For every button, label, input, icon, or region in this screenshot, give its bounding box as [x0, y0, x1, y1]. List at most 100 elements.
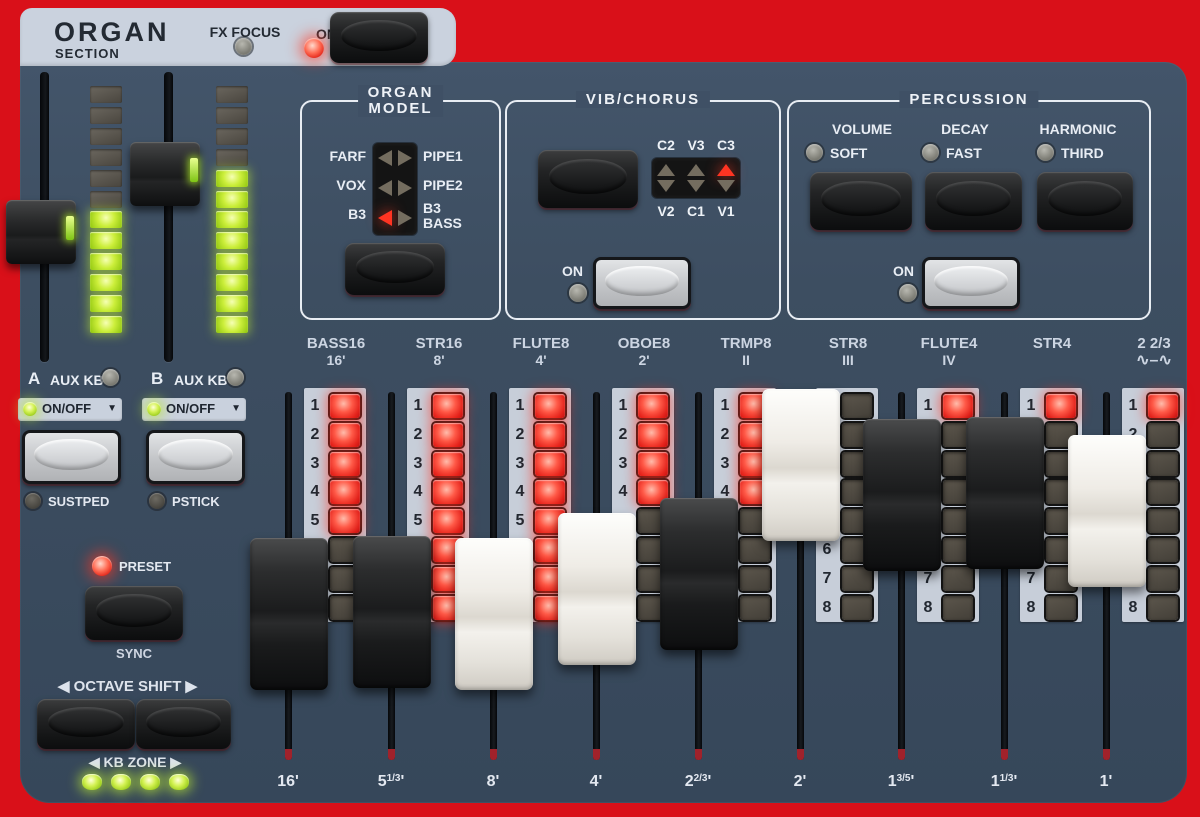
- drawbar-scale-number: 8: [816, 596, 838, 620]
- percussion-harmonic-button[interactable]: [1037, 172, 1133, 230]
- drawbar-handle[interactable]: [558, 513, 636, 665]
- aux-a-letter: A: [28, 369, 40, 389]
- meter-segment: [216, 170, 248, 187]
- drawbar-position-led: [535, 480, 565, 504]
- button-face: [96, 594, 172, 627]
- organ-section-panel: ORGAN SECTION FX FOCUS ON ORGANMODEL FAR…: [0, 0, 1200, 817]
- fader-b-handle[interactable]: [130, 142, 200, 206]
- drawbar-handle[interactable]: [1068, 435, 1146, 587]
- aux-a-led: [102, 369, 119, 386]
- drawbar-scale-number: 8: [1122, 596, 1144, 620]
- aux-b-dropdown-arrow[interactable]: ▼: [231, 403, 241, 414]
- meter-segment: [90, 295, 122, 312]
- preset-label: PRESET: [119, 559, 171, 574]
- percussion-decay-button[interactable]: [925, 172, 1022, 230]
- drawbar-position-led: [433, 394, 463, 418]
- organ-model-button[interactable]: [345, 243, 445, 295]
- drawbar-handle[interactable]: [762, 389, 840, 541]
- percussion-on-button[interactable]: [922, 257, 1020, 309]
- drawbar-position-led: [433, 423, 463, 447]
- drawbar-scale-number: 1: [917, 394, 939, 418]
- button-face: [34, 439, 108, 471]
- aux-b-label: AUX KB: [174, 372, 228, 388]
- aux-b-button[interactable]: [146, 430, 245, 484]
- drawbar-position-led: [433, 509, 463, 533]
- organ-model-b3-label: B3: [300, 206, 366, 222]
- meter-segment: [90, 86, 122, 103]
- drawbar-handle[interactable]: [966, 417, 1044, 569]
- vib-label-v2: V2: [652, 203, 680, 219]
- sync-button[interactable]: [85, 586, 183, 640]
- sync-label: SYNC: [85, 646, 183, 661]
- vib-chorus-select-button[interactable]: [538, 150, 638, 208]
- drawbar-footage-label: 1': [1071, 773, 1141, 791]
- organ-model-led-b3: [378, 210, 392, 226]
- drawbar-position-led: [535, 394, 565, 418]
- drawbar-position-led: [330, 509, 360, 533]
- meter-segment: [216, 128, 248, 145]
- vib-label-v3: V3: [682, 137, 710, 153]
- drawbar-scale-number: 8: [1020, 596, 1042, 620]
- drawbar-position-led: [638, 394, 668, 418]
- drawbar-handle[interactable]: [863, 419, 941, 571]
- drawbar-handle[interactable]: [660, 498, 738, 650]
- meter-segment: [216, 86, 248, 103]
- organ-model-pipe1-label: PIPE1: [423, 148, 483, 164]
- drawbar-position-led: [943, 394, 973, 418]
- organ-model-pipe2-label: PIPE2: [423, 177, 483, 193]
- aux-a-onoff-strip: ON/OFF ▼: [18, 398, 122, 421]
- meter-segment: [216, 107, 248, 124]
- vib-led-c2-up: [657, 164, 675, 176]
- percussion-fast-led: [922, 144, 939, 161]
- drawbar-position-led: [1148, 509, 1178, 533]
- organ-model-led-vox: [378, 180, 392, 196]
- aux-a-button[interactable]: [22, 430, 121, 484]
- octave-shift-down-button[interactable]: [37, 699, 135, 749]
- fader-b-track[interactable]: [164, 72, 173, 362]
- drawbar-scale-number: 6: [816, 538, 838, 562]
- percussion-on-led: [899, 284, 917, 302]
- meter-segment: [216, 211, 248, 228]
- meter-segment: [216, 191, 248, 208]
- drawbar-scale-number: 1: [509, 394, 531, 418]
- button-face: [549, 159, 627, 194]
- button-face: [1048, 181, 1123, 216]
- drawbar-position-led: [433, 480, 463, 504]
- drawbar-footage-label: 22/3': [663, 773, 733, 791]
- meter-segment: [90, 170, 122, 187]
- drawbar-handle[interactable]: [455, 538, 533, 690]
- percussion-volume-button[interactable]: [810, 172, 912, 230]
- drawbar-position-led: [1148, 567, 1178, 591]
- aux-b-onoff-label: ON/OFF: [166, 401, 215, 416]
- drawbar-handle[interactable]: [250, 538, 328, 690]
- button-face: [48, 707, 124, 738]
- vib-label-c3: C3: [712, 137, 740, 153]
- meter-segment: [90, 253, 122, 270]
- drawbar-scale-number: 3: [407, 452, 429, 476]
- meter-segment: [90, 191, 122, 208]
- aux-a-dropdown-arrow[interactable]: ▼: [107, 403, 117, 414]
- vib-led-c1-down: [687, 180, 705, 192]
- drawbar-label: 2 2/3∿–∿: [1094, 335, 1200, 369]
- fader-a-handle[interactable]: [6, 200, 76, 264]
- kb-zone-led: [169, 774, 189, 790]
- drawbar-scale-number: 2: [509, 423, 531, 447]
- aux-a-label: AUX KB: [50, 372, 104, 388]
- button-face: [356, 251, 434, 283]
- aux-a-onoff-label: ON/OFF: [42, 401, 91, 416]
- vib-on-button[interactable]: [593, 257, 691, 309]
- percussion-soft-led: [806, 144, 823, 161]
- fx-focus-led[interactable]: [235, 38, 252, 55]
- drawbar-position-led: [842, 394, 872, 418]
- octave-shift-up-button[interactable]: [136, 699, 231, 749]
- drawbar-position-led: [1148, 452, 1178, 476]
- drawbar-scale-number: 5: [509, 509, 531, 533]
- drawbar-handle[interactable]: [353, 536, 431, 688]
- organ-on-button[interactable]: [330, 12, 428, 63]
- drawbar-scale-number: 4: [612, 480, 634, 504]
- organ-model-led-pipe2: [398, 180, 412, 196]
- page-subtitle: SECTION: [55, 46, 120, 61]
- drawbar-position-led: [740, 567, 770, 591]
- vib-chorus-selector: [652, 158, 740, 198]
- drawbar-channel-str8: STR8III 12345678 2': [796, 335, 899, 815]
